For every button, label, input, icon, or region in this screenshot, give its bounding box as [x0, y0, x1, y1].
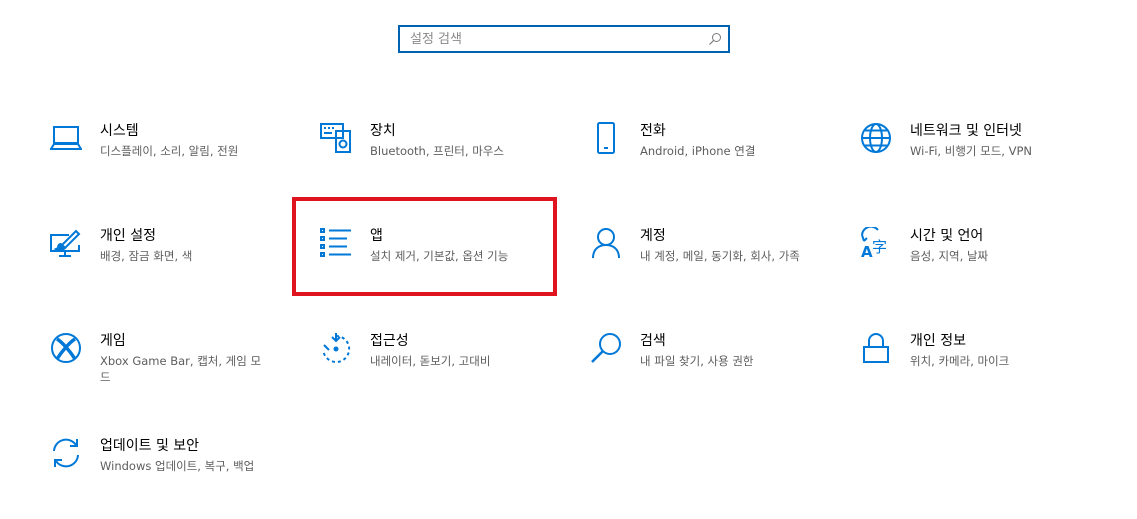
search-icon[interactable] — [708, 32, 722, 46]
tile-apps[interactable]: 앱 설치 제거, 기본값, 옵션 기능 — [320, 227, 560, 287]
tile-description: 배경, 잠금 화면, 색 — [100, 249, 193, 263]
tile-personalization[interactable]: 개인 설정 배경, 잠금 화면, 색 — [50, 227, 290, 287]
tile-system[interactable]: 시스템 디스플레이, 소리, 알림, 전원 — [50, 122, 290, 182]
tile-description: 내 파일 찾기, 사용 권한 — [640, 354, 754, 368]
search-input[interactable] — [400, 27, 710, 51]
tile-update-security[interactable]: 업데이트 및 보안 Windows 업데이트, 복구, 백업 — [50, 437, 290, 497]
svg-text:字: 字 — [872, 238, 887, 256]
tile-description: 음성, 지역, 날짜 — [910, 249, 989, 263]
tile-devices[interactable]: 장치 Bluetooth, 프린터, 마우스 — [320, 122, 560, 182]
keyboard-speaker-icon — [320, 122, 352, 154]
sync-icon — [50, 437, 82, 469]
tile-title: 시스템 — [100, 123, 139, 139]
tile-title: 계정 — [640, 228, 666, 244]
phone-icon — [590, 122, 622, 154]
globe-icon — [860, 122, 892, 154]
magnifier-icon — [590, 332, 622, 364]
monitor-brush-icon — [50, 227, 82, 259]
tile-title: 개인 정보 — [910, 333, 966, 349]
tile-description: 디스플레이, 소리, 알림, 전원 — [100, 144, 239, 158]
tile-ease-of-access[interactable]: 접근성 내레이터, 돋보기, 고대비 — [320, 332, 560, 392]
tile-description: 내 계정, 메일, 동기화, 회사, 가족 — [640, 249, 800, 263]
tile-accounts[interactable]: 계정 내 계정, 메일, 동기화, 회사, 가족 — [590, 227, 830, 287]
tile-privacy[interactable]: 개인 정보 위치, 카메라, 마이크 — [860, 332, 1100, 392]
tile-title: 네트워크 및 인터넷 — [910, 123, 1022, 139]
tile-title: 접근성 — [370, 333, 409, 349]
tile-network[interactable]: 네트워크 및 인터넷 Wi-Fi, 비행기 모드, VPN — [860, 122, 1100, 182]
apps-list-icon — [320, 227, 352, 259]
lock-icon — [860, 332, 892, 364]
tile-description: Bluetooth, 프린터, 마우스 — [370, 144, 504, 158]
tile-description: 내레이터, 돋보기, 고대비 — [370, 354, 491, 368]
person-icon — [590, 227, 622, 259]
tile-description: 위치, 카메라, 마이크 — [910, 354, 1010, 368]
tile-description: Wi-Fi, 비행기 모드, VPN — [910, 144, 1033, 158]
tile-title: 전화 — [640, 123, 666, 139]
tile-time-language[interactable]: A 字 시간 및 언어 음성, 지역, 날짜 — [860, 227, 1100, 287]
tile-title: 업데이트 및 보안 — [100, 438, 200, 454]
language-icon: A 字 — [860, 227, 892, 259]
tile-title: 검색 — [640, 333, 666, 349]
ease-of-access-icon — [320, 332, 352, 364]
tile-search[interactable]: 검색 내 파일 찾기, 사용 권한 — [590, 332, 830, 392]
tile-phone[interactable]: 전화 Android, iPhone 연결 — [590, 122, 830, 182]
tile-gaming[interactable]: 게임 Xbox Game Bar, 캡처, 게임 모드 — [50, 332, 290, 392]
laptop-icon — [50, 122, 82, 154]
xbox-icon — [50, 332, 82, 364]
tile-description: Android, iPhone 연결 — [640, 144, 756, 158]
tile-title: 앱 — [370, 228, 383, 244]
tile-title: 게임 — [100, 333, 126, 349]
tile-title: 장치 — [370, 123, 396, 139]
tile-description: Xbox Game Bar, 캡처, 게임 모드 — [100, 354, 262, 384]
tile-title: 시간 및 언어 — [910, 228, 984, 244]
tile-description: Windows 업데이트, 복구, 백업 — [100, 459, 255, 473]
tile-title: 개인 설정 — [100, 228, 156, 244]
search-box[interactable] — [398, 25, 730, 53]
tile-description: 설치 제거, 기본값, 옵션 기능 — [370, 249, 509, 263]
